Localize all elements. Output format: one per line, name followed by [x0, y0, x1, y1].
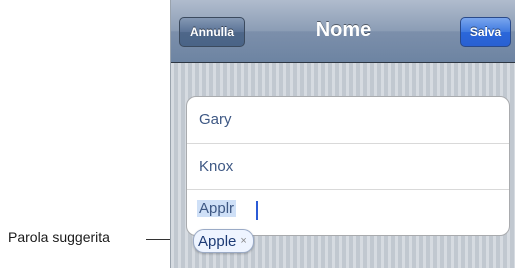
company-field-typed-text[interactable]: Applr	[197, 200, 237, 217]
name-fields-group: Gary Knox Applr	[186, 96, 510, 236]
navigation-bar: Annulla Nome Salva	[171, 0, 515, 63]
suggestion-word: Apple	[198, 232, 237, 250]
first-name-field[interactable]: Gary	[187, 97, 509, 143]
field-divider	[187, 189, 509, 190]
suggestion-bubble[interactable]: Apple ×	[193, 229, 254, 253]
phone-screen: Annulla Nome Salva Gary Knox Applr Apple…	[170, 0, 515, 268]
first-name-value: Gary	[199, 111, 232, 128]
suggested-word-callout-label: Parola suggerita	[8, 229, 110, 245]
last-name-value: Knox	[199, 158, 234, 175]
last-name-field[interactable]: Knox	[187, 144, 509, 190]
text-cursor	[256, 201, 258, 220]
dismiss-suggestion-icon[interactable]: ×	[240, 235, 246, 247]
save-button[interactable]: Salva	[460, 17, 511, 47]
